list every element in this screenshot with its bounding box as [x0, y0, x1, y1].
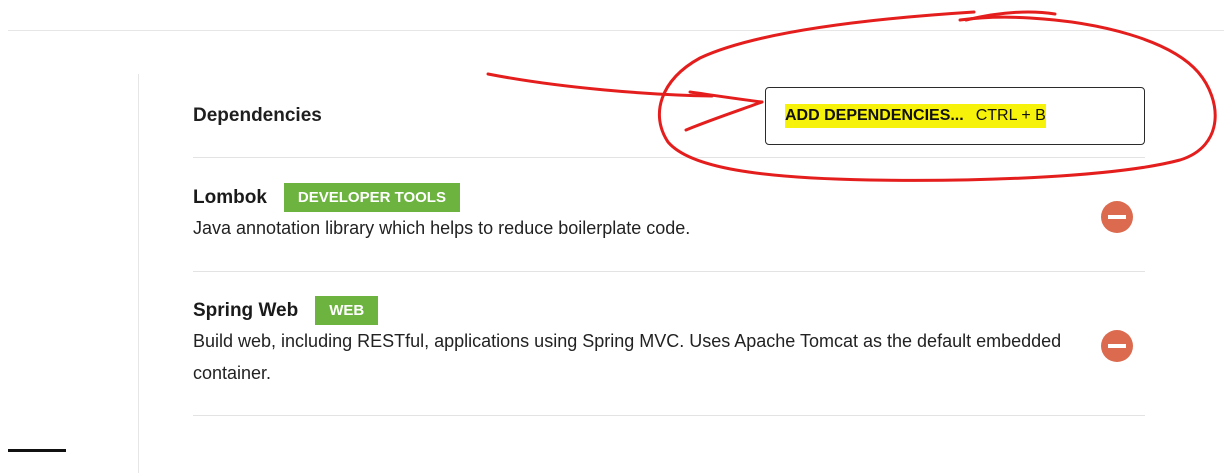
dependencies-header: Dependencies ADD DEPENDENCIES... CTRL + B	[193, 84, 1145, 158]
add-dependencies-shortcut: CTRL + B	[975, 106, 1046, 124]
annotation-circle-tail	[964, 10, 1057, 22]
dependency-name: Lombok	[193, 186, 267, 208]
add-dependencies-highlight: ADD DEPENDENCIES... CTRL + B	[785, 103, 1046, 128]
corner-dash	[8, 449, 66, 452]
page: Dependencies ADD DEPENDENCIES... CTRL + B…	[0, 0, 1224, 473]
add-dependencies-label: ADD DEPENDENCIES...	[785, 106, 964, 124]
remove-circle-icon[interactable]	[1101, 330, 1133, 362]
dependencies-section: Dependencies ADD DEPENDENCIES... CTRL + B…	[193, 84, 1145, 416]
left-divider	[138, 74, 139, 473]
dependency-description: Build web, including RESTful, applicatio…	[193, 331, 1062, 383]
dependency-name: Spring Web	[193, 299, 299, 321]
remove-circle-icon[interactable]	[1101, 201, 1133, 233]
add-dependencies-button[interactable]: ADD DEPENDENCIES... CTRL + B	[765, 86, 1145, 145]
dependency-description: Java annotation library which helps to r…	[193, 218, 691, 238]
dependency-heading: Spring Web WEB	[193, 296, 1145, 325]
dependency-heading: Lombok DEVELOPER TOOLS	[193, 183, 1145, 212]
dependency-tag: DEVELOPER TOOLS	[283, 183, 460, 212]
dependency-item-spring-web: Spring Web WEB Build web, including REST…	[193, 272, 1145, 416]
top-divider	[8, 30, 1224, 31]
dependencies-title: Dependencies	[193, 104, 322, 126]
dependency-tag: WEB	[315, 296, 379, 325]
dependency-item-lombok: Lombok DEVELOPER TOOLS Java annotation l…	[193, 158, 1145, 272]
